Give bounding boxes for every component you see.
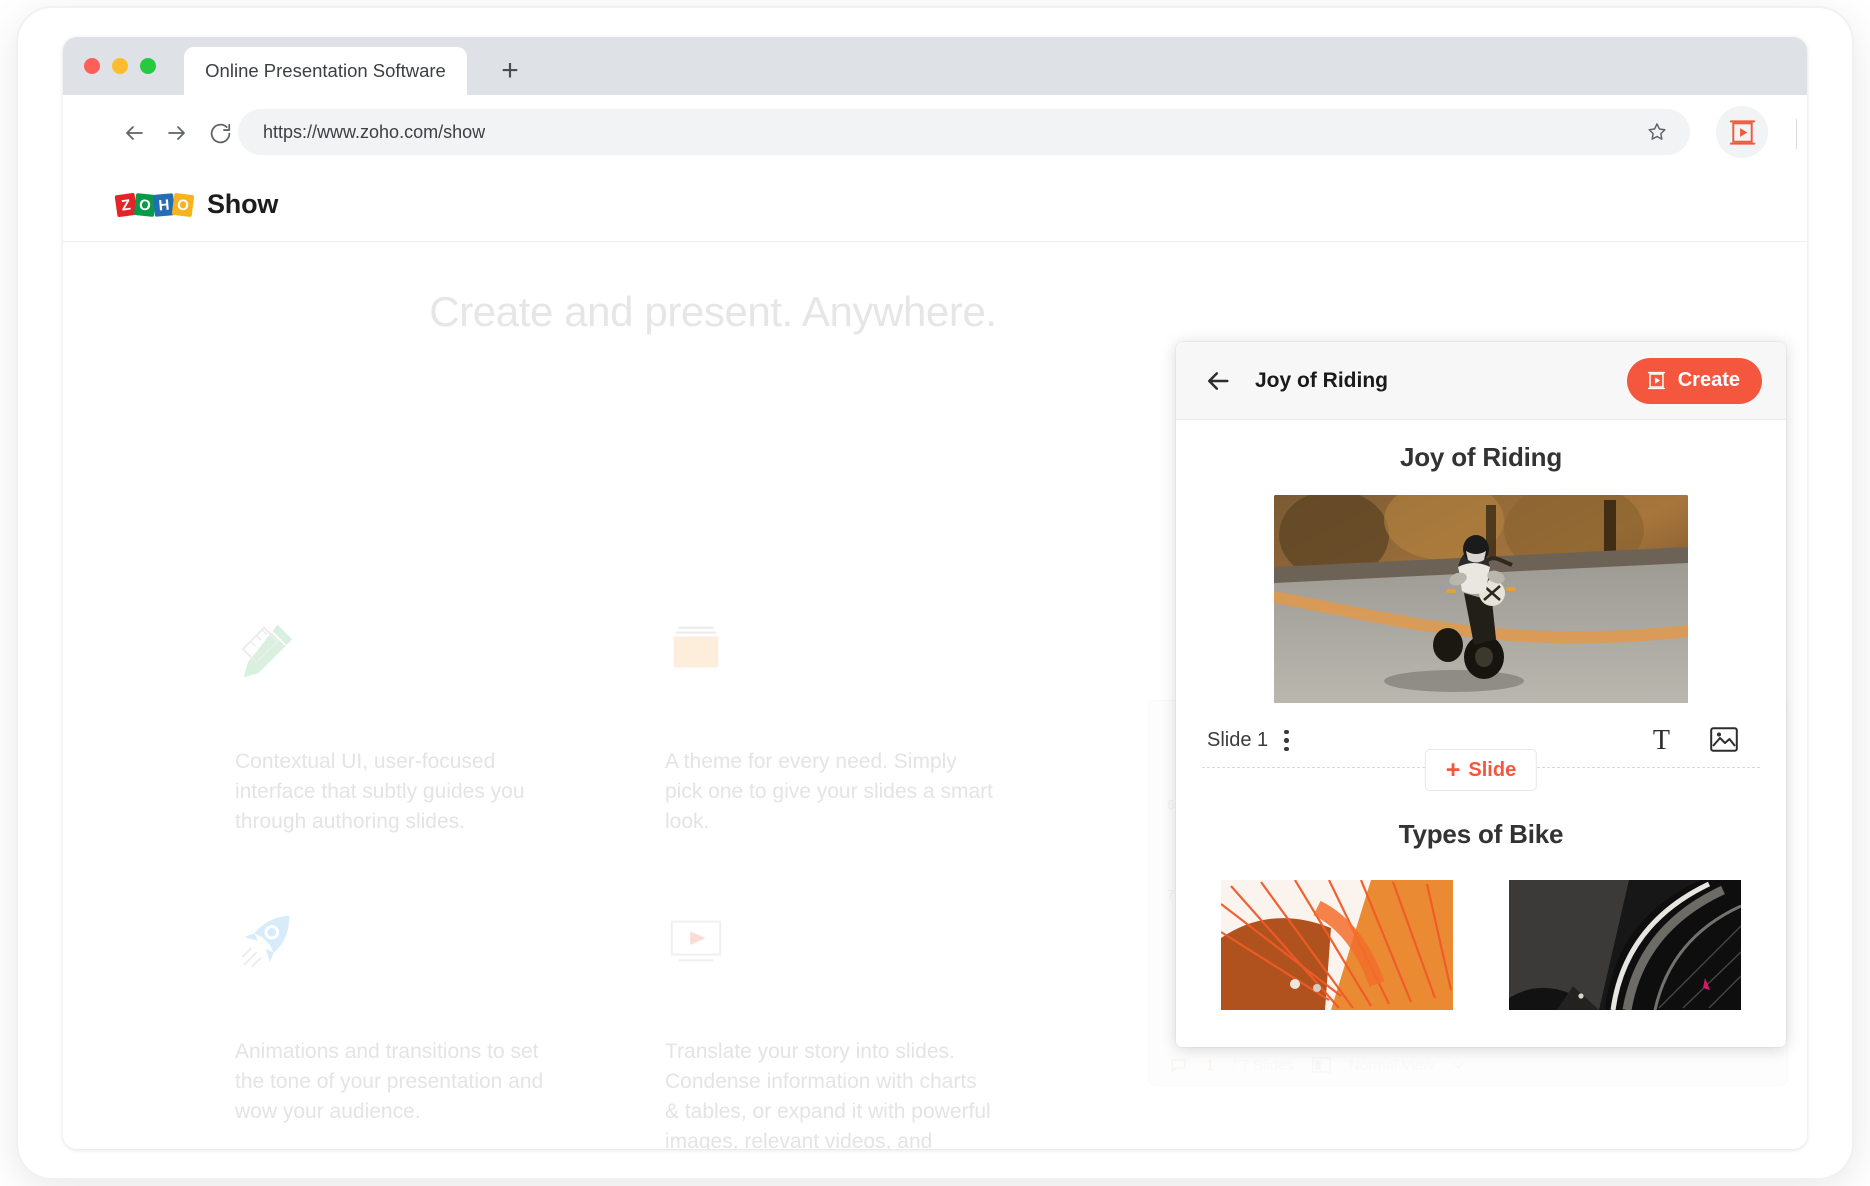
zoho-show-extension-popup: Joy of Riding Create Joy of Riding Slide… xyxy=(1176,342,1786,1047)
image-tool-icon[interactable] xyxy=(1710,727,1738,752)
plus-icon: + xyxy=(501,54,519,87)
zoho-show-extension-icon xyxy=(1729,119,1755,145)
slide-image-motorcycle[interactable] xyxy=(1274,495,1688,703)
features-grid: Contextual UI, user-focused interface th… xyxy=(235,620,1065,1149)
rocket-icon xyxy=(235,910,665,985)
product-name: Show xyxy=(207,189,279,219)
slide-image-dark-wheel[interactable] xyxy=(1509,880,1741,1010)
hero-heading: Create and present. Anywhere. xyxy=(429,288,997,335)
feature-contextual-ui: Contextual UI, user-focused interface th… xyxy=(235,620,665,910)
background-app-statusbar: 1 / 7 Slides Normal View xyxy=(1149,1045,1789,1085)
text-tool-icon[interactable]: T xyxy=(1653,725,1670,757)
add-slide-label: Slide xyxy=(1468,758,1517,781)
maximize-window-button[interactable] xyxy=(140,58,156,74)
slide-title[interactable]: Joy of Riding xyxy=(1176,442,1786,473)
video-player-icon xyxy=(665,910,1065,985)
feature-text: A theme for every need. Simply pick one … xyxy=(665,750,993,834)
bookmark-star-icon[interactable] xyxy=(1646,121,1668,143)
site-header: Z O H O Show xyxy=(63,170,1807,242)
pencil-ruler-icon xyxy=(235,620,665,695)
slide-label-group: Slide 1 xyxy=(1207,729,1289,752)
chevron-down-icon[interactable] xyxy=(1452,1059,1465,1072)
back-arrow-icon xyxy=(126,126,143,140)
motorcycle-photo xyxy=(1274,495,1688,703)
comment-icon[interactable] xyxy=(1169,1056,1188,1075)
logo-letter-o2: O xyxy=(171,192,195,217)
dark-bicycle-wheel-photo xyxy=(1509,880,1741,1010)
plus-icon: + xyxy=(1445,755,1461,784)
forward-arrow-icon xyxy=(168,126,185,140)
view-mode-icon xyxy=(1312,1057,1332,1073)
popup-title: Joy of Riding xyxy=(1255,368,1388,392)
reload-button[interactable] xyxy=(206,119,234,147)
slide-image-orange-wheel[interactable] xyxy=(1221,880,1453,1010)
close-window-button[interactable] xyxy=(84,58,100,74)
window-traffic-lights xyxy=(84,58,156,74)
create-button-label: Create xyxy=(1677,369,1740,391)
create-button[interactable]: Create xyxy=(1626,357,1762,404)
current-slide-number: 1 xyxy=(1206,1056,1215,1074)
feature-animations: Animations and transitions to set the to… xyxy=(235,910,665,1149)
theme-card-icon xyxy=(665,620,1065,695)
browser-toolbar: https://www.zoho.com/show xyxy=(63,95,1807,170)
slide-image-row xyxy=(1221,880,1741,1010)
page-viewport: Z O H O Show Create and present. Anywher… xyxy=(63,170,1807,1149)
url-text: https://www.zoho.com/show xyxy=(263,121,486,142)
browser-window: Online Presentation Software + https://w… xyxy=(63,37,1807,1149)
browser-tab-strip: Online Presentation Software + xyxy=(63,37,1807,95)
popup-header: Joy of Riding Create xyxy=(1176,342,1786,420)
browser-tab-title: Online Presentation Software xyxy=(205,60,446,81)
new-tab-button[interactable]: + xyxy=(495,56,525,86)
view-mode-label[interactable]: Normal View xyxy=(1349,1057,1434,1074)
reload-icon xyxy=(210,123,230,143)
address-bar[interactable]: https://www.zoho.com/show xyxy=(238,109,1690,155)
browser-tab[interactable]: Online Presentation Software xyxy=(184,47,467,95)
kebab-menu-icon[interactable] xyxy=(1284,729,1289,752)
slide-count-label: / 7 Slides xyxy=(1232,1056,1295,1074)
feature-themes: A theme for every need. Simply pick one … xyxy=(665,620,1065,910)
popup-body[interactable]: Joy of Riding Slide 1 T + Slide Types of… xyxy=(1176,420,1786,1047)
popup-back-button[interactable] xyxy=(1203,366,1233,396)
zoho-show-extension-button[interactable] xyxy=(1716,106,1768,158)
zoho-logo-icon: Z O H O xyxy=(114,192,195,217)
toolbar-divider xyxy=(1796,119,1797,149)
forward-button[interactable] xyxy=(163,119,191,147)
feature-text: Contextual UI, user-focused interface th… xyxy=(235,750,525,834)
slide-label: Slide 1 xyxy=(1207,729,1269,751)
device-frame: Online Presentation Software + https://w… xyxy=(18,8,1852,1178)
slide-toolbar: Slide 1 T + Slide xyxy=(1176,725,1786,791)
slide-title[interactable]: Types of Bike xyxy=(1176,819,1786,850)
feature-text: Translate your story into slides. Conden… xyxy=(665,1040,991,1149)
present-icon xyxy=(1647,371,1665,390)
zoho-show-brand[interactable]: Z O H O Show xyxy=(114,189,279,220)
add-slide-button[interactable]: + Slide xyxy=(1424,749,1538,791)
feature-text: Animations and transitions to set the to… xyxy=(235,1040,544,1124)
minimize-window-button[interactable] xyxy=(112,58,128,74)
feature-media: Translate your story into slides. Conden… xyxy=(665,910,1065,1149)
orange-bicycle-wheel-photo xyxy=(1221,880,1453,1010)
back-arrow-icon xyxy=(1208,371,1229,390)
back-button[interactable] xyxy=(120,119,148,147)
